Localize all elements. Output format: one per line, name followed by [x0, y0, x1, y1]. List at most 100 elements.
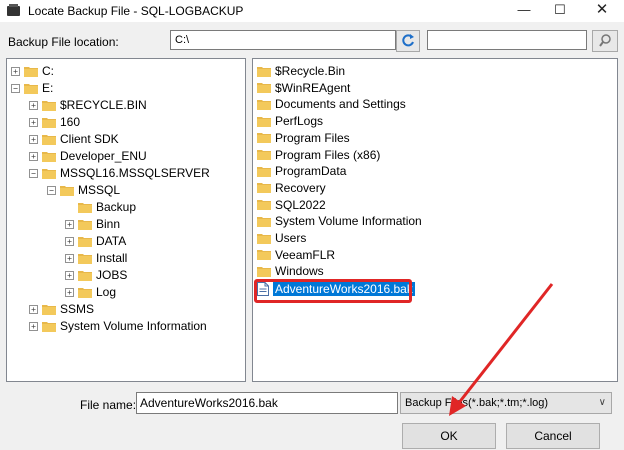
folder-icon [42, 168, 56, 179]
tree-item[interactable]: + Install [65, 250, 127, 266]
folder-icon [257, 166, 271, 177]
tree-item[interactable]: + SSMS [29, 301, 94, 317]
list-item-label: Program Files [275, 130, 350, 145]
list-item[interactable]: Recovery [257, 180, 326, 196]
file-name-input[interactable]: AdventureWorks2016.bak [136, 392, 398, 414]
tree-item[interactable]: + C: [11, 63, 54, 79]
list-item-label: Windows [275, 264, 324, 279]
list-item[interactable]: Program Files (x86) [257, 147, 380, 163]
folder-icon [78, 219, 92, 230]
tree-item-label: System Volume Information [60, 319, 207, 333]
tree-item[interactable]: − MSSQL [47, 182, 120, 198]
tree-item-label: SSMS [60, 302, 95, 316]
folder-icon [257, 149, 271, 160]
list-item[interactable]: VeeamFLR [257, 247, 335, 263]
folder-icon [257, 182, 271, 194]
folder-icon [257, 266, 271, 277]
ok-button[interactable]: OK [402, 423, 496, 449]
location-input[interactable]: C:\ [170, 30, 396, 50]
tree-item[interactable]: − E: [11, 80, 53, 96]
expand-icon[interactable]: + [29, 134, 38, 144]
tree-item[interactable]: + Client SDK [29, 131, 119, 147]
expand-icon[interactable]: + [29, 100, 38, 110]
list-item-label: SQL2022 [275, 197, 326, 212]
tree-item-label: DATA [96, 234, 127, 248]
refresh-button[interactable] [396, 30, 420, 52]
expand-icon[interactable]: + [11, 66, 20, 76]
file-list[interactable]: $Recycle.Bin $WinREAgent Documents and Set… [252, 58, 618, 382]
tree-item-label: C: [42, 64, 54, 78]
folder-icon [257, 249, 271, 261]
folder-icon [257, 82, 271, 94]
tree-item[interactable]: + $RECYCLE.BIN [29, 97, 147, 113]
tree-item[interactable]: + Log [65, 284, 116, 300]
expand-icon[interactable]: + [29, 304, 38, 314]
folder-tree[interactable]: + C: − E: + $RECYCLE.BIN +160 + Client SDK + Devel… [6, 58, 246, 382]
folder-icon [42, 151, 56, 162]
tree-item[interactable]: + Developer_ENU [29, 148, 147, 164]
folder-icon [42, 100, 56, 111]
cancel-button[interactable]: Cancel [506, 423, 600, 449]
tree-item-label: E: [42, 81, 54, 95]
tree-item[interactable]: − MSSQL16.MSSQLSERVER [29, 165, 210, 181]
expand-icon[interactable]: + [65, 270, 74, 280]
tree-item-label: MSSQL16.MSSQLSERVER [60, 166, 210, 180]
list-item-label: VeeamFLR [275, 247, 336, 262]
list-item-label: System Volume Information [275, 214, 422, 229]
list-item-label: ProgramData [275, 164, 347, 179]
list-item[interactable]: $Recycle.Bin [257, 63, 345, 79]
tree-item-label: JOBS [96, 268, 128, 282]
collapse-icon[interactable]: − [47, 185, 56, 195]
collapse-icon[interactable]: − [11, 83, 20, 93]
list-item-label: Users [275, 231, 307, 245]
tree-item-label: Client SDK [60, 132, 119, 146]
list-item[interactable]: System Volume Information [257, 213, 422, 229]
list-item[interactable]: Windows [257, 263, 324, 279]
tree-item[interactable]: + JOBS [65, 267, 127, 283]
expand-icon[interactable]: + [29, 151, 38, 161]
tree-item[interactable]: + DATA [65, 233, 126, 249]
title-bar: Locate Backup File - SQL-LOGBACKUP — ☐ ✕ [0, 0, 624, 22]
expand-icon[interactable]: + [65, 287, 74, 297]
folder-icon [78, 270, 92, 281]
list-item[interactable]: Users [257, 230, 306, 246]
close-button[interactable]: ✕ [582, 0, 622, 22]
expand-icon[interactable]: + [65, 219, 74, 229]
expand-icon[interactable]: + [65, 236, 74, 246]
file-name-label: File name: [80, 398, 137, 412]
tree-item-label: Log [96, 285, 117, 299]
folder-icon [257, 116, 271, 127]
maximize-button[interactable]: ☐ [540, 0, 580, 22]
list-item-label: PerfLogs [275, 114, 324, 129]
list-item[interactable]: Program Files [257, 130, 350, 146]
search-input[interactable] [427, 30, 587, 50]
list-item[interactable]: ProgramData [257, 163, 346, 179]
folder-icon [24, 83, 38, 94]
folder-icon [42, 117, 56, 128]
minimize-button[interactable]: — [504, 0, 544, 22]
folder-icon [42, 321, 56, 332]
list-item[interactable]: $WinREAgent [257, 80, 350, 96]
tree-item[interactable]: + Binn [65, 216, 120, 232]
list-item[interactable]: PerfLogs [257, 113, 323, 129]
list-item-label: $Recycle.Bin [275, 64, 346, 78]
expand-icon[interactable]: + [65, 253, 74, 263]
selected-file-item[interactable]: AdventureWorks2016.bak [254, 279, 415, 304]
window-title: Locate Backup File - SQL-LOGBACKUP [28, 4, 244, 18]
folder-icon [257, 132, 271, 144]
folder-icon [78, 287, 92, 298]
collapse-icon[interactable]: − [29, 168, 38, 178]
list-item-label: Recovery [275, 180, 326, 195]
expand-icon[interactable]: + [29, 321, 38, 331]
expand-icon[interactable]: + [29, 117, 38, 127]
tree-item[interactable]: +160 [29, 114, 80, 130]
list-item[interactable]: Documents and Settings [257, 96, 406, 112]
tree-item[interactable]: + System Volume Information [29, 318, 207, 334]
file-type-select[interactable]: Backup Files(*.bak;*.tm;*.log) ∨ [400, 392, 612, 414]
highlight-box [254, 279, 412, 304]
tree-item[interactable]: Backup [65, 199, 136, 215]
folder-icon [257, 216, 271, 227]
search-icon [593, 34, 617, 54]
list-item[interactable]: SQL2022 [257, 197, 326, 213]
search-button[interactable] [592, 30, 618, 52]
